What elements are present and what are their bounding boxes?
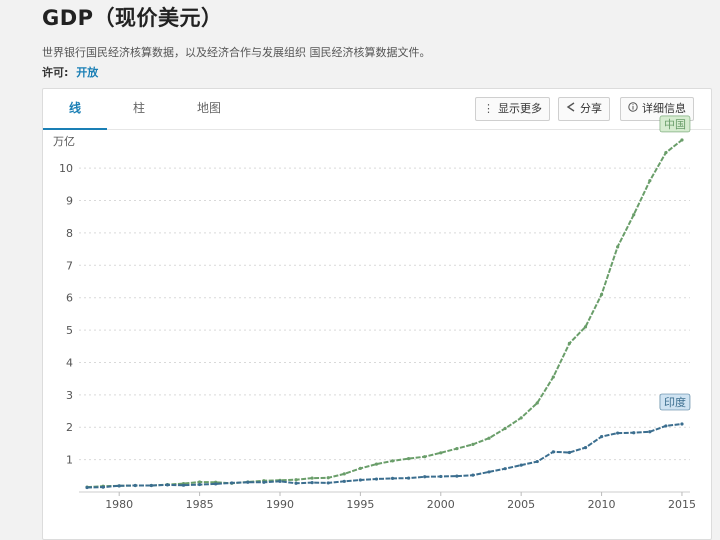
series-label: 印度 [664, 395, 686, 409]
series-point [310, 481, 314, 485]
series-point [117, 484, 121, 488]
x-tick-label: 2015 [668, 498, 696, 511]
y-tick-label: 6 [66, 292, 73, 305]
y-tick-label: 2 [66, 421, 73, 434]
series-point [551, 450, 555, 454]
series-point [616, 245, 620, 249]
series-point [632, 213, 636, 217]
series-point [551, 375, 555, 379]
series-point [149, 483, 153, 488]
series-point [133, 483, 137, 488]
y-tick-label: 7 [66, 259, 73, 272]
series-point [583, 446, 588, 450]
y-tick-label: 10 [59, 162, 73, 175]
series-point [197, 482, 202, 487]
y-tick-label: 1 [66, 454, 73, 467]
series-point [632, 431, 636, 435]
x-tick-label: 1995 [346, 498, 374, 511]
series-point [664, 424, 668, 428]
y-tick-label: 9 [66, 195, 73, 208]
series-point [85, 485, 89, 490]
series-point [310, 476, 314, 480]
series-point [101, 485, 105, 489]
series-point [535, 401, 539, 405]
series-point [407, 457, 411, 461]
series-point [246, 480, 250, 484]
series-point [648, 430, 652, 434]
series-point [487, 436, 491, 440]
series-point [374, 462, 379, 466]
series-point [503, 467, 507, 471]
series-point [423, 475, 427, 479]
y-tick-label: 3 [66, 389, 73, 402]
license-label: 许可: [42, 66, 69, 79]
series-point [326, 476, 330, 480]
series-point [358, 478, 362, 482]
series-point [165, 483, 170, 487]
series-point [583, 325, 588, 329]
series-label: 中国 [664, 118, 686, 131]
gdp-line-chart: 万亿 1 2 3 4 5 6 7 8 9 10 1980 1985 1990 1995 2000 2005 201… [53, 115, 696, 511]
series-point [519, 463, 523, 467]
series-point [214, 482, 218, 486]
series-point [439, 451, 443, 455]
series-point [455, 447, 459, 451]
series-line-1 [86, 423, 683, 489]
series-point [648, 179, 652, 183]
series-point [294, 478, 298, 482]
series-point [374, 477, 379, 481]
x-tick-label: 2005 [507, 498, 535, 511]
series-point [358, 466, 362, 470]
series-point [278, 479, 282, 483]
series-point [567, 450, 572, 455]
license-line: 许可: 开放 [42, 64, 98, 80]
series-point [423, 455, 427, 459]
series-point [390, 476, 395, 480]
page-title: GDP（现价美元） [42, 6, 223, 30]
y-unit-label: 万亿 [53, 135, 75, 148]
x-tick-label: 1990 [266, 498, 294, 511]
x-tick-label: 2010 [588, 498, 616, 511]
series-point [535, 459, 539, 464]
y-tick-label: 5 [66, 324, 73, 337]
y-tick-label: 8 [66, 227, 73, 240]
series-point [519, 416, 523, 420]
series-point [439, 474, 443, 479]
series-point [230, 481, 234, 485]
series-point [680, 422, 684, 426]
series-point [599, 435, 604, 439]
chart-card: 线 柱 地图 ⋮ 显示更多 分享 详细信息 万亿 1 2 3 4 5 6 7 8 9 10 1980 19… [42, 88, 712, 540]
series-point [567, 341, 572, 345]
series-point [503, 426, 507, 431]
license-link[interactable]: 开放 [76, 66, 98, 79]
series-point [471, 442, 475, 446]
series-line-0 [86, 139, 683, 489]
source-note: 世界银行国民经济核算数据，以及经济合作与发展组织 国民经济核算数据文件。 [42, 46, 431, 59]
series-point [326, 481, 330, 485]
series-point [471, 473, 475, 477]
x-tick-label: 1985 [186, 498, 214, 511]
series-point [294, 481, 298, 485]
x-tick-label: 1980 [105, 498, 133, 511]
series-point [390, 459, 395, 463]
y-tick-label: 4 [66, 356, 73, 369]
series-point [664, 151, 668, 155]
x-tick-label: 2000 [427, 498, 455, 511]
series-point [342, 472, 346, 476]
series-point [342, 479, 346, 483]
series-point [181, 483, 186, 487]
series-point [407, 476, 411, 480]
series-point [455, 474, 459, 478]
series-point [262, 480, 266, 484]
series-point [680, 138, 684, 142]
series-point [599, 292, 604, 297]
series-point [487, 470, 491, 474]
series-point [616, 431, 620, 435]
